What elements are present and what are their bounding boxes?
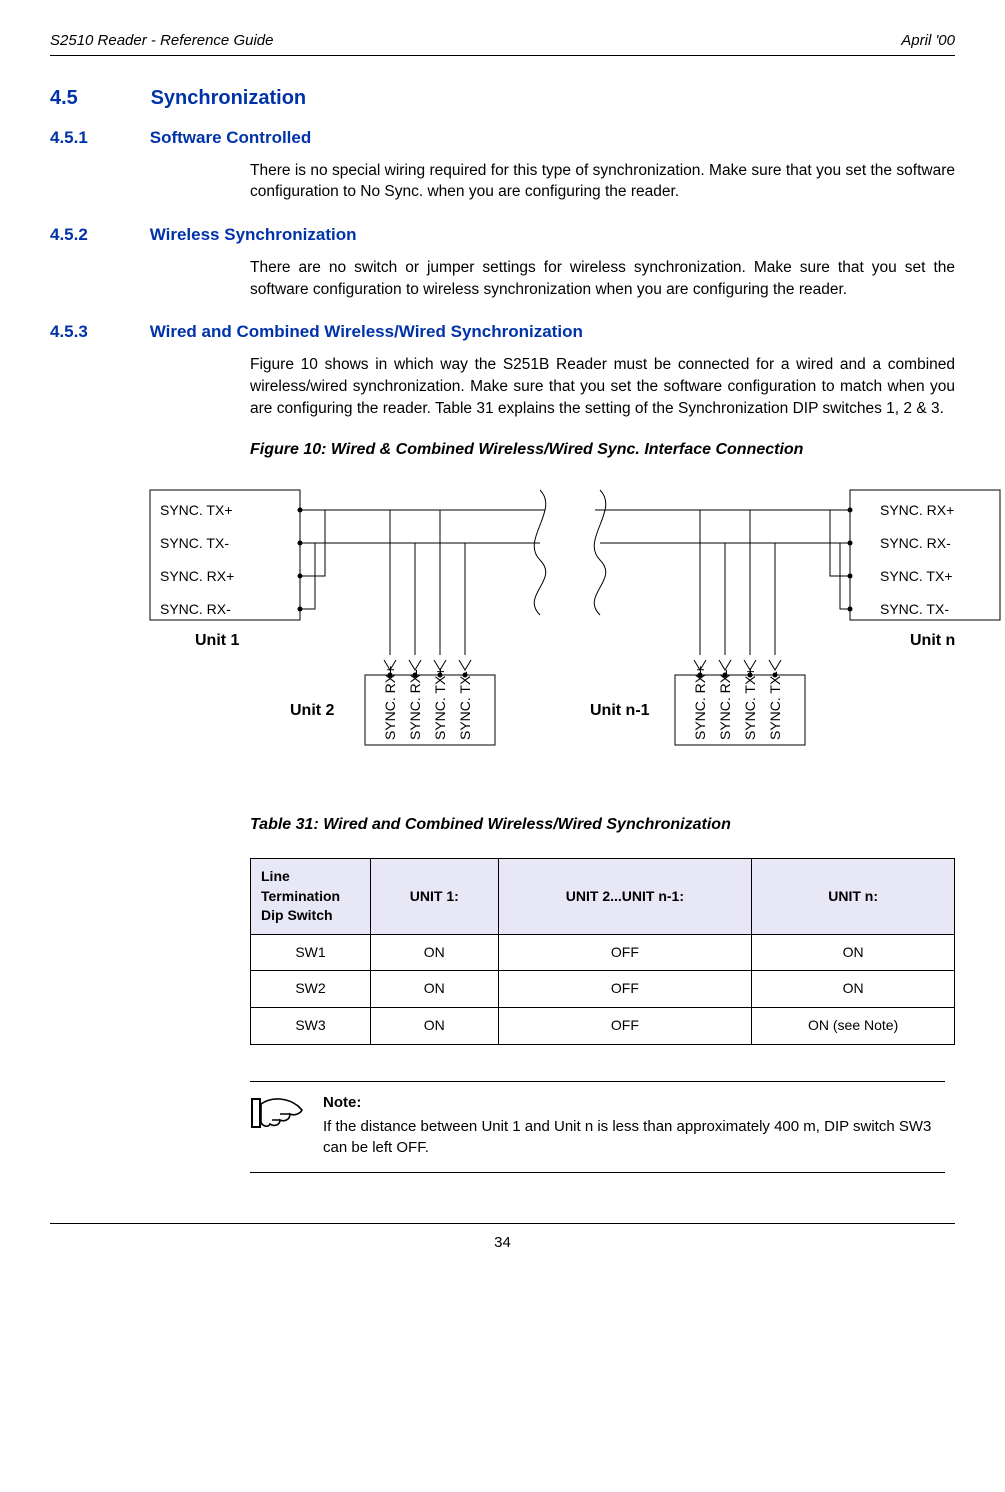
header-right: April '00 bbox=[901, 30, 955, 51]
sync-wiring-diagram: .bx { fill:#fff; stroke:#000; stroke-wid… bbox=[140, 480, 1005, 780]
section-body-4-5-1: There is no special wiring required for … bbox=[250, 160, 955, 203]
unitn1-label: Unit n-1 bbox=[590, 702, 650, 719]
cell: ON bbox=[752, 971, 955, 1008]
table-row: SW3 ON OFF ON (see Note) bbox=[251, 1007, 955, 1044]
col-header-unit1: UNIT 1: bbox=[371, 858, 499, 934]
sync-dip-switch-table: Line Termination Dip Switch UNIT 1: UNIT… bbox=[250, 858, 955, 1045]
figure-10: .bx { fill:#fff; stroke:#000; stroke-wid… bbox=[140, 480, 915, 786]
unit2-pin-rx-minus: SYNC. RX- bbox=[407, 668, 423, 739]
section-body-4-5-2: There are no switch or jumper settings f… bbox=[250, 257, 955, 300]
col-header-unit2n1: UNIT 2...UNIT n-1: bbox=[498, 858, 752, 934]
unit2-pin-rx-plus: SYNC. RX+ bbox=[382, 665, 398, 739]
cell: OFF bbox=[498, 1007, 752, 1044]
unit1-pin-rx-minus: SYNC. RX- bbox=[160, 601, 231, 617]
unit1-pin-tx-minus: SYNC. TX- bbox=[160, 535, 229, 551]
unitn-label: Unit n bbox=[910, 632, 955, 649]
pointing-hand-icon bbox=[250, 1092, 305, 1134]
page-footer: 34 bbox=[50, 1223, 955, 1253]
cell: ON bbox=[371, 971, 499, 1008]
unitn-pin-tx-plus: SYNC. TX+ bbox=[880, 568, 953, 584]
unit2-label: Unit 2 bbox=[290, 702, 335, 719]
table-caption: Table 31: Wired and Combined Wireless/Wi… bbox=[250, 814, 955, 836]
col-header-unitn: UNIT n: bbox=[752, 858, 955, 934]
cell: ON bbox=[371, 934, 499, 971]
col-header-dip: Line Termination Dip Switch bbox=[251, 858, 371, 934]
section-number: 4.5.2 bbox=[50, 223, 145, 247]
section-body-4-5-3: Figure 10 shows in which way the S251B R… bbox=[250, 354, 955, 419]
section-number: 4.5.3 bbox=[50, 320, 145, 344]
table-header-row: Line Termination Dip Switch UNIT 1: UNIT… bbox=[251, 858, 955, 934]
header-left: S2510 Reader - Reference Guide bbox=[50, 30, 273, 51]
section-title: Wired and Combined Wireless/Wired Synchr… bbox=[150, 322, 583, 341]
unit2-pin-tx-minus: SYNC. TX- bbox=[457, 670, 473, 739]
page-header: S2510 Reader - Reference Guide April '00 bbox=[50, 30, 955, 56]
unitn-pin-rx-plus: SYNC. RX+ bbox=[880, 502, 954, 518]
unitn1-pin-rx-plus: SYNC. RX+ bbox=[692, 665, 708, 739]
figure-caption: Figure 10: Wired & Combined Wireless/Wir… bbox=[250, 439, 955, 461]
unit2-pin-tx-plus: SYNC. TX+ bbox=[432, 667, 448, 740]
cell: OFF bbox=[498, 971, 752, 1008]
note-block: Note: If the distance between Unit 1 and… bbox=[250, 1081, 945, 1173]
unitn1-pin-tx-plus: SYNC. TX+ bbox=[742, 667, 758, 740]
section-heading-4-5-2: 4.5.2 Wireless Synchronization bbox=[50, 223, 955, 247]
unitn-pin-rx-minus: SYNC. RX- bbox=[880, 535, 951, 551]
section-title: Software Controlled bbox=[150, 128, 312, 147]
unitn1-pin-rx-minus: SYNC. RX- bbox=[717, 668, 733, 739]
unit1-pin-rx-plus: SYNC. RX+ bbox=[160, 568, 234, 584]
unit1-label: Unit 1 bbox=[195, 632, 240, 649]
cell: SW1 bbox=[251, 934, 371, 971]
cell: ON (see Note) bbox=[752, 1007, 955, 1044]
section-number: 4.5.1 bbox=[50, 126, 145, 150]
section-title: Synchronization bbox=[151, 87, 307, 109]
cell: OFF bbox=[498, 934, 752, 971]
section-title: Wireless Synchronization bbox=[150, 225, 357, 244]
note-text: Note: If the distance between Unit 1 and… bbox=[323, 1092, 945, 1158]
cell: ON bbox=[752, 934, 955, 971]
cell: ON bbox=[371, 1007, 499, 1044]
unitn-pin-tx-minus: SYNC. TX- bbox=[880, 601, 949, 617]
table-row: SW1 ON OFF ON bbox=[251, 934, 955, 971]
unit1-pin-tx-plus: SYNC. TX+ bbox=[160, 502, 233, 518]
section-number: 4.5 bbox=[50, 84, 145, 112]
table-row: SW2 ON OFF ON bbox=[251, 971, 955, 1008]
page-number: 34 bbox=[494, 1234, 511, 1251]
section-heading-4-5-3: 4.5.3 Wired and Combined Wireless/Wired … bbox=[50, 320, 955, 344]
cell: SW3 bbox=[251, 1007, 371, 1044]
section-heading-4-5: 4.5 Synchronization bbox=[50, 84, 955, 112]
unitn1-pin-tx-minus: SYNC. TX- bbox=[767, 670, 783, 739]
cell: SW2 bbox=[251, 971, 371, 1008]
note-body: If the distance between Unit 1 and Unit … bbox=[323, 1116, 945, 1158]
note-label: Note: bbox=[323, 1092, 945, 1113]
section-heading-4-5-1: 4.5.1 Software Controlled bbox=[50, 126, 955, 150]
